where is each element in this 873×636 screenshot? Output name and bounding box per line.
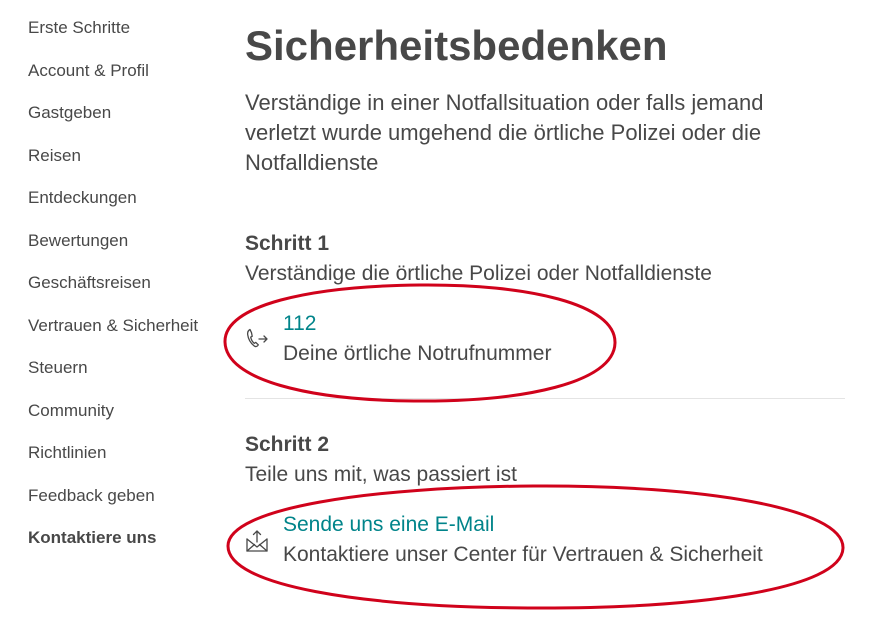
intro-text: Verständige in einer Notfallsituation od… (245, 90, 764, 175)
sidebar-item-entdeckungen[interactable]: Entdeckungen (28, 188, 228, 231)
page-title: Sicherheitsbedenken (245, 22, 668, 69)
emergency-number-link[interactable]: 112 (283, 310, 316, 338)
sidebar-item-vertrauen-sicherheit[interactable]: Vertrauen & Sicherheit (28, 316, 228, 359)
phone-outgoing-icon (245, 327, 269, 351)
sidebar-nav: Erste Schritte Account & Profil Gastgebe… (28, 18, 228, 571)
sidebar-item-account-profil[interactable]: Account & Profil (28, 61, 228, 104)
section-divider (245, 398, 845, 399)
step-2-heading: Schritt 2 (245, 433, 330, 456)
step-1-description: Verständige die örtliche Polizei oder No… (245, 262, 712, 285)
sidebar-item-reisen[interactable]: Reisen (28, 146, 228, 189)
sidebar-item-bewertungen[interactable]: Bewertungen (28, 231, 228, 274)
emergency-number-subtitle: Deine örtliche Notrufnummer (283, 342, 552, 365)
email-send-icon (245, 529, 269, 553)
sidebar-item-geschaeftsreisen[interactable]: Geschäftsreisen (28, 273, 228, 316)
sidebar-item-gastgeben[interactable]: Gastgeben (28, 103, 228, 146)
send-email-link[interactable]: Sende uns eine E-Mail (283, 511, 494, 539)
email-contact-subtitle: Kontaktiere unser Center für Vertrauen &… (283, 543, 763, 566)
sidebar-item-steuern[interactable]: Steuern (28, 358, 228, 401)
step-2-description: Teile uns mit, was passiert ist (245, 463, 517, 486)
step-1-heading: Schritt 1 (245, 232, 330, 255)
sidebar-item-erste-schritte[interactable]: Erste Schritte (28, 18, 228, 61)
sidebar-item-richtlinien[interactable]: Richtlinien (28, 443, 228, 486)
sidebar-item-community[interactable]: Community (28, 401, 228, 444)
sidebar-item-kontaktiere-uns[interactable]: Kontaktiere uns (28, 528, 228, 571)
sidebar-item-feedback-geben[interactable]: Feedback geben (28, 486, 228, 529)
